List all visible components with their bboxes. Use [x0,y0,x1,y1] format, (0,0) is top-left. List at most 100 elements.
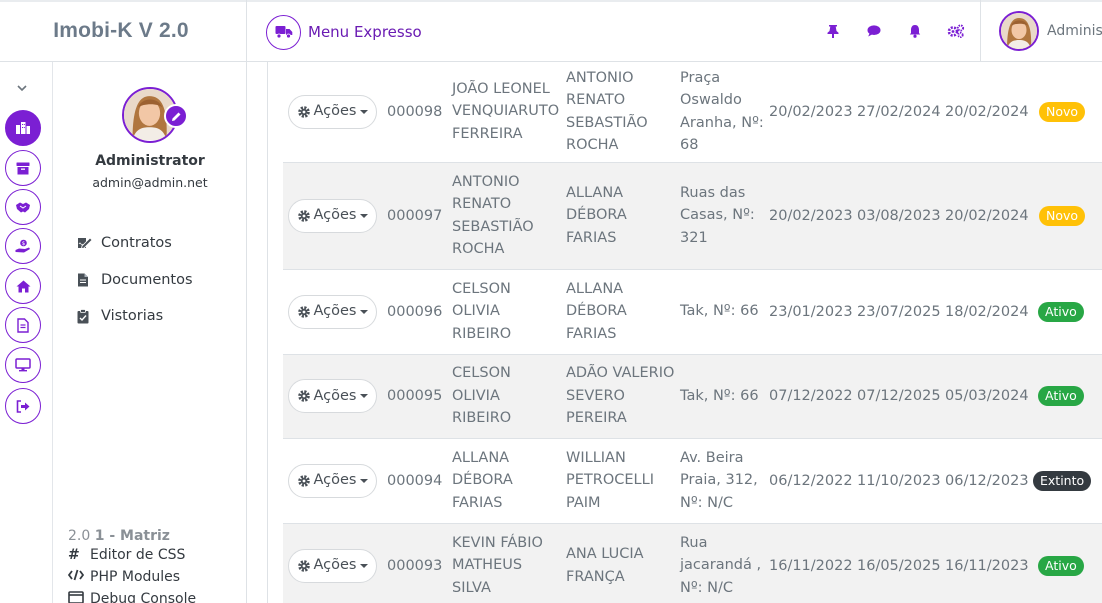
bell-icon[interactable] [894,20,935,42]
landlord-name-line: SEBASTIÃO [566,114,648,131]
property-address-line: Praia, 312, [680,472,758,489]
handshake-icon [16,202,30,212]
brand[interactable]: Imobi-K V 2.0 [0,0,247,62]
debug-console-link[interactable]: Debug Console [68,588,196,603]
actions-label: Ações [313,472,357,489]
table-row: Ações 000093 KEVIN FÁBIO MATHEUS SILVA ANA LU… [283,524,1102,603]
php-modules-link[interactable]: PHP Modules [67,566,196,588]
user-menu[interactable]: Adminis [980,0,1102,62]
table-row: Ações 000095 CELSON OLIVIA RIBEIRO ADÃO VALER… [283,355,1102,439]
cog-icon [297,474,310,487]
actions-dropdown-button[interactable]: Ações [288,94,377,129]
end-date: 03/08/2023 [857,207,941,224]
tenant-name: ALLANA DÉBORA FARIAS [452,447,513,515]
footer-link-label: Debug Console [90,591,197,603]
end-date: 23/07/2025 [857,303,941,320]
footer-link-label: PHP Modules [90,569,181,585]
tenant-name: JOÃO LEONEL VENQUIARUTO FERREIRA [452,78,559,146]
edit-profile-button[interactable] [164,104,188,128]
contract-id: 000097 [387,207,443,224]
sidebar-footer: 2.0 1 - Matriz # Editor de CSS PHP Modul… [67,528,196,603]
side-nav-contratos[interactable]: Contratos [77,225,193,262]
actions-label: Ações [313,207,357,224]
end-date: 07/12/2025 [857,388,941,404]
signature-icon [77,235,97,251]
register-date: 20/02/2024 [945,103,1029,120]
property-address: Praça Oswaldo Aranha, Nº: 68 [680,67,764,157]
tenant-name: CELSON OLIVIA RIBEIRO [452,362,511,430]
menu-expresso-button[interactable]: Menu Expresso [266,14,422,50]
rail-handshake-button[interactable] [5,189,41,225]
landlord-name-line: FRANÇA [566,568,625,585]
thumbtack-icon[interactable] [812,20,853,42]
caret-down-icon [360,563,369,568]
landlord-name: ALLANA DÉBORA FARIAS [566,278,627,346]
css-editor-link[interactable]: # Editor de CSS [68,544,196,566]
property-address-line: Av. Beira [680,449,744,466]
landlord-name: ADÃO VALERIO SEVERO PEREIRA [566,362,674,430]
side-nav-documentos[interactable]: Documentos [77,262,193,299]
end-date: 27/02/2024 [857,103,941,120]
contracts-table: Ações 000098 JOÃO LEONEL VENQUIARUTO FERREIR… [283,62,1102,603]
cog-icon [297,305,310,318]
landlord-name: ALLANA DÉBORA FARIAS [566,182,627,250]
rail-finance-button[interactable]: $ [5,228,41,264]
start-date: 07/12/2022 [769,388,853,404]
register-date: 18/02/2024 [945,303,1029,320]
landlord-name-line: PEREIRA [566,410,627,427]
rail-home-button[interactable] [5,268,41,304]
rail-logout-button[interactable] [5,388,41,424]
rail-archive-button[interactable] [5,150,41,186]
comment-icon[interactable] [853,20,894,42]
landlord-name-line: FARIAS [566,325,617,342]
footer-link-label: Editor de CSS [90,547,186,563]
actions-dropdown-button[interactable]: Ações [288,379,377,413]
rail-desktop-button[interactable] [5,347,41,383]
cog-icon [297,209,310,222]
table-row: Ações 000098 JOÃO LEONEL VENQUIARUTO FERREIR… [283,62,1102,163]
actions-dropdown-button[interactable]: Ações [288,294,377,329]
avatar [999,11,1039,51]
chevron-down-icon[interactable] [14,80,30,94]
rail-document-button[interactable] [5,307,41,343]
rail-building-button[interactable] [5,110,41,146]
property-address: Tak, Nº: 66 [680,385,759,408]
status-badge: Ativo [1038,555,1084,576]
landlord-name: WILLIAN PETROCELLI PAIM [566,447,654,515]
svg-text:$: $ [22,241,26,247]
start-date: 20/02/2023 [769,103,853,120]
property-address-line: 68 [680,137,699,153]
hashtag-icon: # [68,547,80,563]
actions-label: Ações [313,303,357,320]
landlord-name-line: WILLIAN [566,449,626,466]
landlord-name: ANTONIO RENATO SEBASTIÃO ROCHA [566,67,648,157]
tenant-name-line: DÉBORA [452,472,513,489]
tenant-name-line: ROCHA [452,241,505,257]
actions-dropdown-button[interactable]: Ações [288,463,377,498]
start-date: 20/02/2023 [769,207,853,224]
property-address-line: Aranha, Nº: [680,114,764,131]
property-address-line: Tak, Nº: 66 [680,303,759,320]
caret-down-icon [360,213,369,218]
actions-label: Ações [313,557,357,574]
property-address-line: Rua [680,534,708,551]
file-alt-icon [17,317,29,333]
status-badge: Ativo [1038,386,1084,406]
actions-dropdown-button[interactable]: Ações [288,198,377,233]
landlord-name-line: FARIAS [566,229,617,246]
pencil-icon [171,112,180,121]
end-date: 16/05/2025 [857,557,941,574]
tenant-name-line: VENQUIARUTO [452,103,560,120]
landlord-name-line: ADÃO VALERIO [566,365,675,382]
actions-label: Ações [313,103,357,120]
building-icon [16,122,30,134]
caret-down-icon [360,309,369,314]
cogs-icon[interactable] [935,20,976,42]
status-badge: Novo [1039,101,1086,122]
actions-dropdown-button[interactable]: Ações [288,548,377,583]
hand-money-icon: $ [15,239,30,252]
contract-id: 000094 [387,472,443,489]
side-nav-vistorias[interactable]: Vistorias [77,298,193,335]
profile-sidebar: Administrator admin@admin.net Contratos … [53,62,247,603]
property-address-line: Tak, Nº: 66 [680,387,759,404]
